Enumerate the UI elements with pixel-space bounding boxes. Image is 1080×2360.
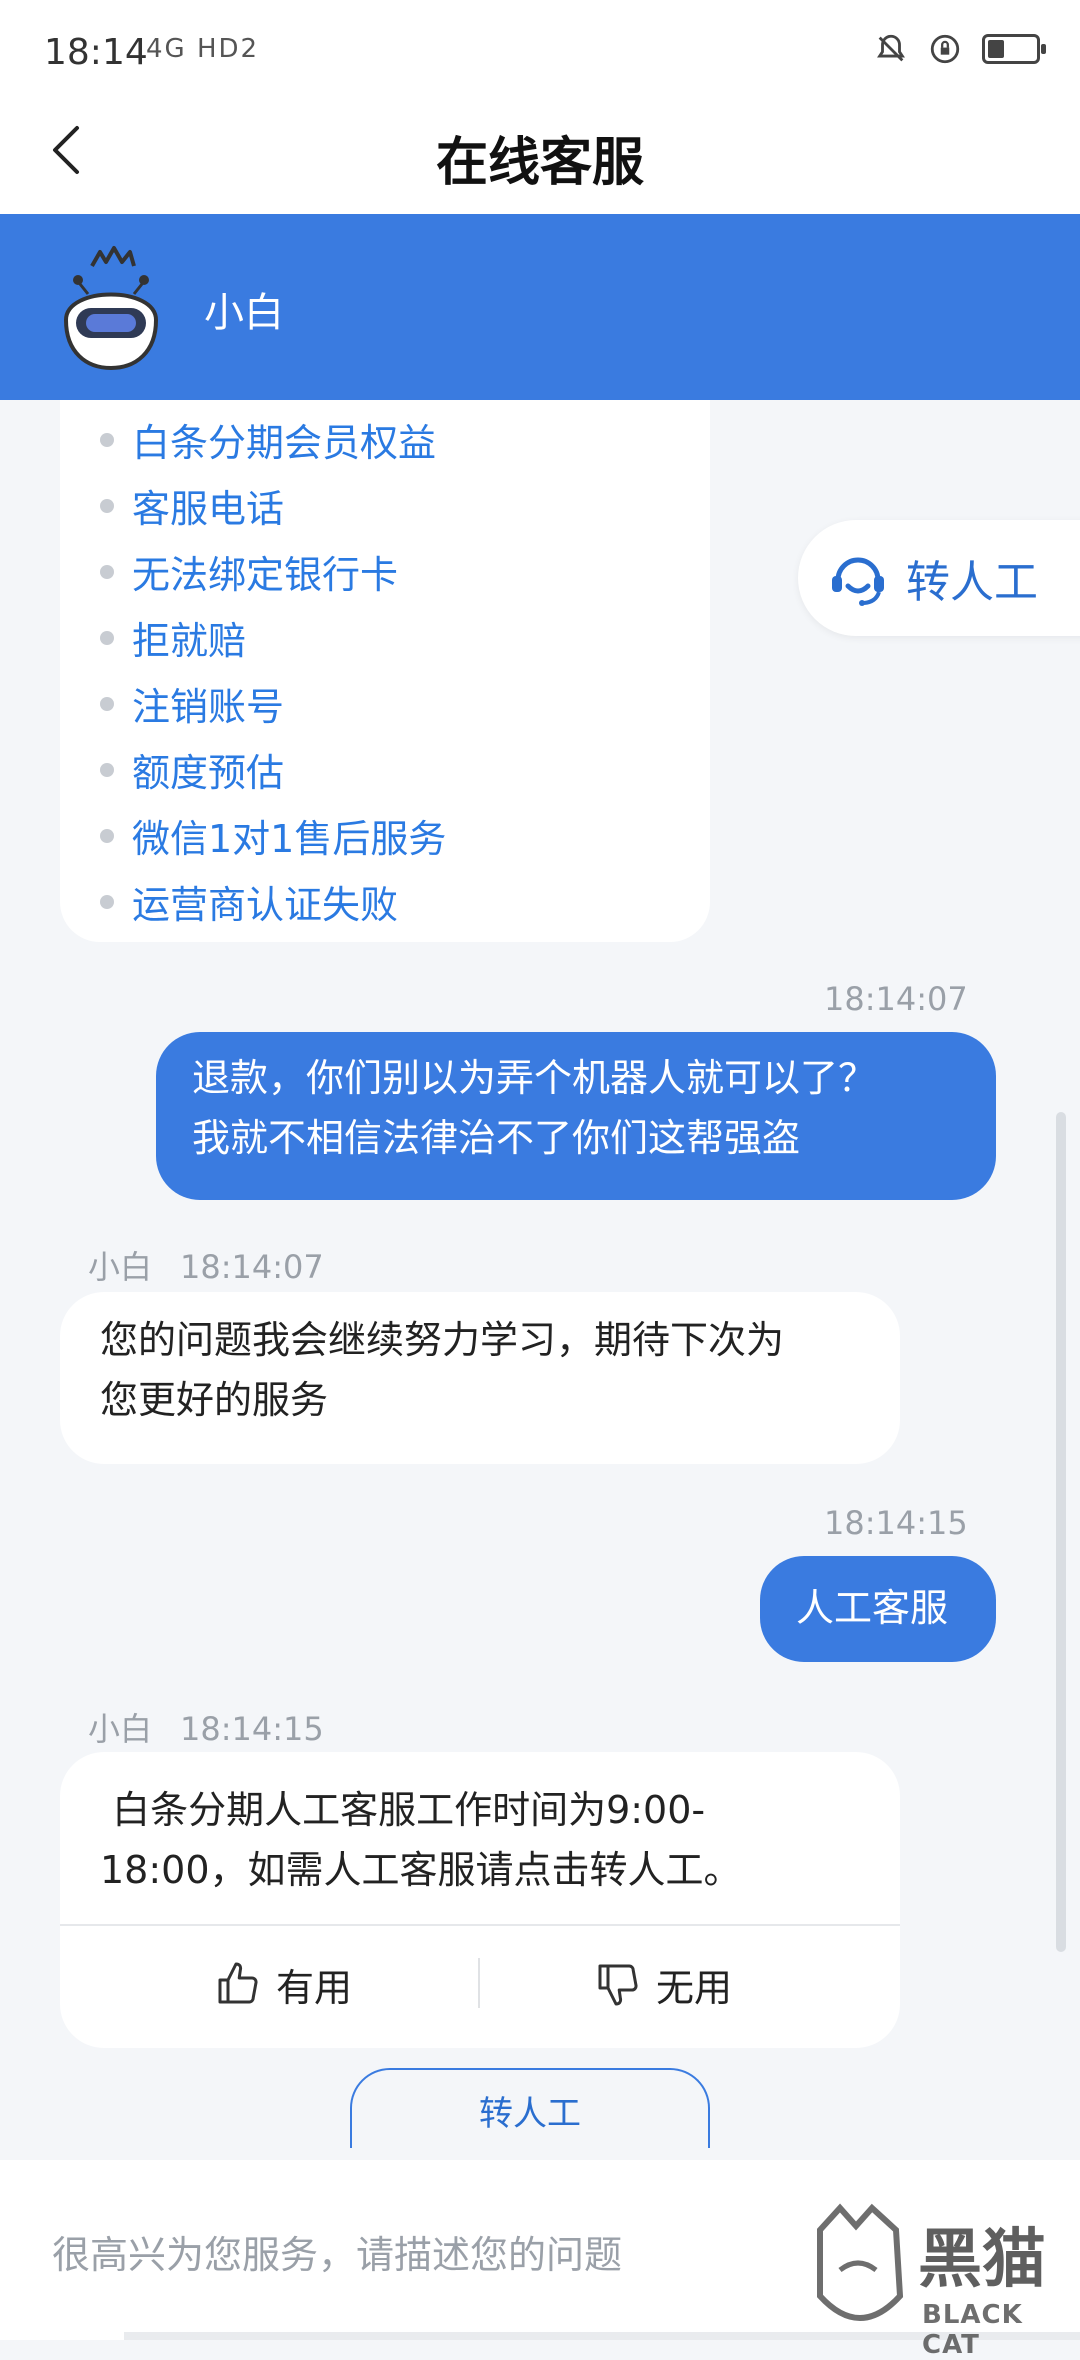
bullet-dot [100,432,114,447]
useful-label: 有用 [276,1965,353,2010]
transfer-human-float-button[interactable]: 转人工 [798,520,1080,636]
message-text-line: 退款，你们别以为弄个机器人就可以了？ [192,1056,877,1100]
message-input[interactable] [52,2220,932,2290]
watermark-text: 黑猫 [918,2223,1046,2297]
message-timestamp: 18:14:15 [824,1504,968,1542]
useless-label: 无用 [656,1965,733,2010]
bot-message-meta: 小白 18:14:07 [88,1242,324,1288]
bot-message-bubble: 您的问题我会继续努力学习，期待下次为 您更好的服务 [60,1292,900,1464]
scrollbar[interactable] [1056,1112,1066,1952]
bullet-dot [100,498,114,513]
message-timestamp: 18:14:15 [180,1710,324,1748]
menu-item-label: 无法绑定银行卡 [132,553,399,597]
message-timestamp: 18:14:07 [824,980,968,1018]
useless-button[interactable]: 无用 [594,1944,732,2024]
bullet-dot [100,894,114,909]
sender-name: 小白 [88,1710,153,1748]
menu-item-label: 拒就赔 [132,619,247,663]
sender-name: 小白 [88,1248,153,1286]
user-message-bubble: 人工客服 [760,1556,996,1662]
watermark-logo: 黑猫 BLACK CAT [810,2200,1080,2360]
divider [60,1924,900,1926]
message-text-line: 您更好的服务 [100,1378,329,1422]
message-text: 白条分期人工客服工作时间为9:00- 18:00，如需人工客服请点击转人工。 [100,1780,880,1900]
status-time: 18:14 [44,32,148,73]
watermark-text-en: BLACK CAT [922,2300,1023,2360]
bell-muted-icon [877,34,905,62]
bot-banner: 小白 [0,214,1080,400]
bullet-dot [100,630,114,645]
useful-button[interactable]: 有用 [214,1944,352,2024]
bullet-dot [100,696,114,711]
bullet-dot [100,762,114,777]
menu-item[interactable]: 额度预估 [100,742,284,797]
menu-item[interactable]: 客服电话 [100,478,284,533]
user-message-bubble: 退款，你们别以为弄个机器人就可以了？ 我就不相信法律治不了你们这帮强盗 [156,1032,996,1200]
bot-name: 小白 [204,290,284,336]
menu-item-label: 运营商认证失败 [132,883,399,927]
menu-item[interactable]: 白条分期会员权益 [100,412,436,467]
message-timestamp: 18:14:07 [180,1248,324,1286]
rotation-lock-icon [930,34,960,64]
battery-icon [982,34,1046,64]
robot-avatar-icon [63,246,159,371]
cat-logo-icon [817,2203,904,2321]
page-title: 在线客服 [435,133,644,193]
menu-item[interactable]: 运营商认证失败 [100,874,398,929]
message-text-line: 我就不相信法律治不了你们这帮强盗 [192,1116,801,1160]
menu-item[interactable]: 拒就赔 [100,610,246,665]
nav-header: 在线客服 [0,90,1080,214]
signal-indicator: 4G HD2 [146,34,260,64]
message-text-line: 您的问题我会继续努力学习，期待下次为 [100,1318,785,1362]
message-text-line: 人工客服 [796,1586,949,1630]
transfer-human-label: 转人工 [906,557,1038,608]
menu-item[interactable]: 无法绑定银行卡 [100,544,398,599]
chat-area: 白条分期会员权益 客服电话 无法绑定银行卡 拒就赔 注销账号 额度预估 微信1对… [0,400,1080,2160]
transfer-human-button[interactable]: 转人工 [350,2068,710,2148]
menu-item-label: 注销账号 [132,685,285,729]
bot-message-meta: 小白 18:14:15 [88,1704,324,1750]
bullet-dot [100,564,114,579]
message-text-line: 白条分期人工客服工作时间为9:00- [100,1788,706,1832]
menu-item-label: 微信1对1售后服务 [132,817,447,861]
bot-message-card: 白条分期人工客服工作时间为9:00- 18:00，如需人工客服请点击转人工。 有… [60,1752,900,2048]
status-icons [874,32,1046,66]
headset-icon [832,557,884,606]
bullet-dot [100,828,114,843]
menu-item-label: 额度预估 [132,751,285,795]
menu-item[interactable]: 注销账号 [100,676,284,731]
thumbs-up-icon [218,1962,258,2004]
faq-card: 白条分期会员权益 客服电话 无法绑定银行卡 拒就赔 注销账号 额度预估 微信1对… [60,400,710,942]
status-bar: 18:14 4G HD2 [0,0,1080,90]
divider [478,1958,480,2008]
battery-level [988,40,1004,58]
menu-item-label: 白条分期会员权益 [132,421,437,465]
menu-item-label: 客服电话 [132,487,285,531]
menu-item[interactable]: 微信1对1售后服务 [100,808,446,863]
transfer-human-label: 转人工 [479,2094,581,2134]
thumbs-down-icon [598,1964,638,2006]
message-text-line: 18:00，如需人工客服请点击转人工。 [100,1848,742,1892]
